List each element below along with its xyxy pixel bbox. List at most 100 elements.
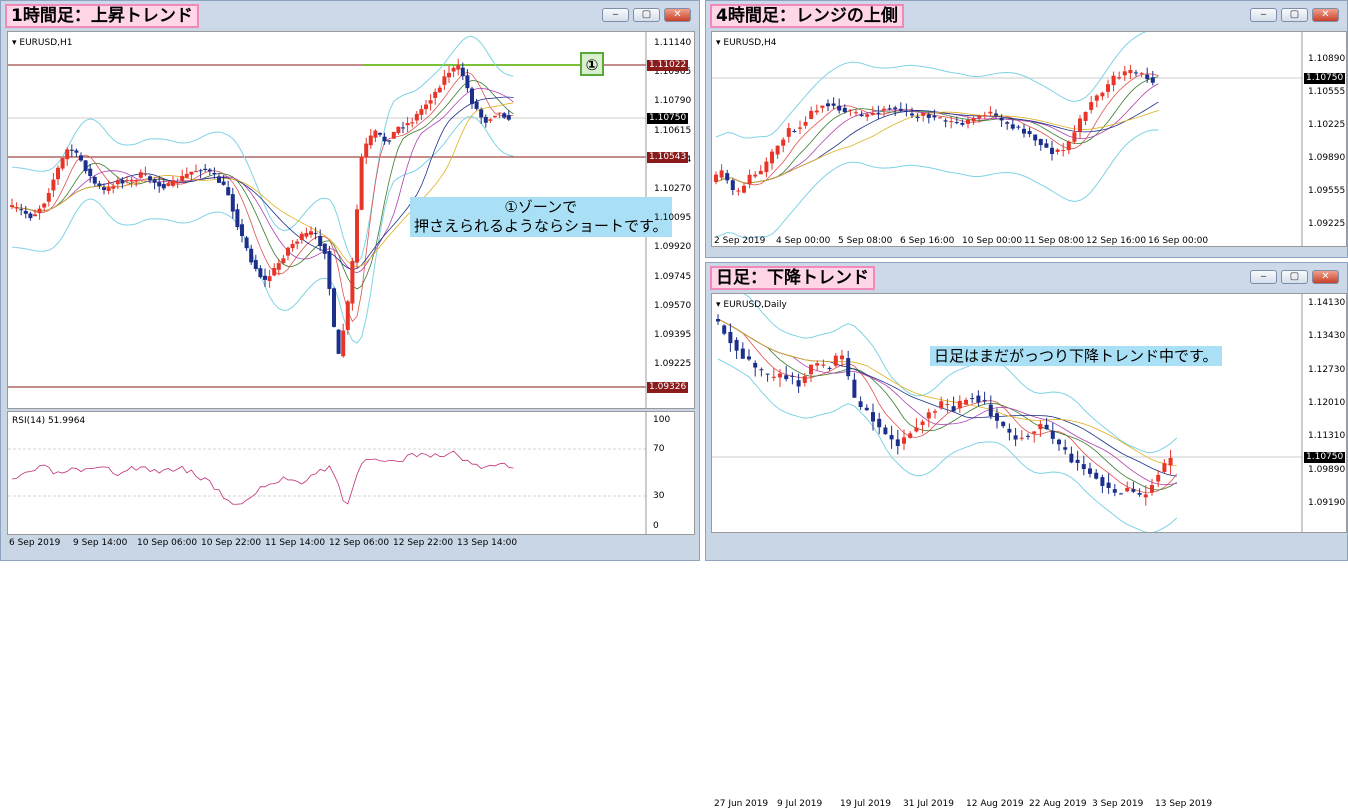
- daily-price-pane[interactable]: ▾ EURUSD,Daily 日足はまだがっつり下降トレンド中です。 1.141…: [711, 293, 1347, 533]
- candle-body: [322, 243, 327, 254]
- candle-body: [1162, 463, 1167, 472]
- candle-body: [775, 145, 780, 155]
- candle-body: [814, 110, 819, 113]
- candle-body: [92, 176, 97, 184]
- candle-body: [479, 109, 484, 118]
- candle-body: [1075, 459, 1080, 463]
- candle-body: [166, 182, 171, 186]
- candle-body: [926, 114, 931, 118]
- h1-chart-window[interactable]: 1時間足：上昇トレンド ‒ ▢ ✕ ▾ EURUSD,H1 ① ①ゾーンで 押さ…: [0, 0, 700, 561]
- candle-body: [10, 205, 14, 207]
- candle-body: [1125, 487, 1130, 492]
- h4-title-bar[interactable]: 4時間足：レンジの上側 ‒ ▢ ✕: [706, 1, 1347, 28]
- candle-body: [796, 380, 801, 387]
- candle-body: [784, 375, 789, 380]
- candle-body: [858, 401, 863, 407]
- annotation-text: 日足はまだがっつり下降トレンド中です。: [930, 346, 1222, 366]
- candle-body: [920, 421, 925, 425]
- candle-body: [318, 236, 323, 247]
- price-axis-label: 1.14130: [1308, 298, 1346, 308]
- minimize-button[interactable]: ‒: [1250, 8, 1277, 22]
- symbol-label: ▾ EURUSD,H1: [12, 38, 73, 48]
- daily-title-bar[interactable]: 日足：下降トレンド ‒ ▢ ✕: [706, 263, 1347, 290]
- candle-body: [1094, 472, 1099, 479]
- candle-body: [79, 155, 83, 161]
- price-axis-label: 1.10555: [1308, 87, 1346, 97]
- candle-body: [1038, 138, 1043, 146]
- candle-body: [350, 260, 355, 304]
- candle-body: [960, 122, 965, 125]
- price-axis-label: 1.09555: [1308, 186, 1346, 196]
- candle-body: [1050, 431, 1055, 439]
- candle-body: [221, 181, 226, 185]
- price-axis-label: 1.09570: [654, 300, 692, 311]
- candle-body: [719, 170, 724, 178]
- candle-body: [281, 258, 286, 264]
- h1-title-bar[interactable]: 1時間足：上昇トレンド ‒ ▢ ✕: [1, 1, 699, 28]
- candle-body: [143, 173, 148, 175]
- candle-body: [1027, 131, 1032, 135]
- candle-body: [871, 412, 875, 422]
- candle-body: [28, 213, 33, 219]
- h1-price-pane[interactable]: ▾ EURUSD,H1 ① ①ゾーンで 押さえられるようならショートです。 1.…: [7, 31, 695, 409]
- candle-body: [910, 113, 914, 116]
- price-axis-label: 1.09395: [654, 330, 692, 340]
- candle-body: [230, 194, 235, 212]
- candle-body: [60, 158, 65, 169]
- h4-window-title: 4時間足：レンジの上側: [710, 4, 904, 28]
- close-button[interactable]: ✕: [1312, 270, 1339, 284]
- candle-body: [1069, 453, 1074, 463]
- candle-body: [1038, 424, 1043, 430]
- maximize-button[interactable]: ▢: [1281, 8, 1308, 22]
- candle-body: [1081, 464, 1086, 469]
- candle-body: [831, 103, 836, 106]
- daily-chart-window[interactable]: 日足：下降トレンド ‒ ▢ ✕ ▾ EURUSD,Daily 日足はまだがっつり…: [705, 262, 1348, 809]
- candle-body: [977, 115, 982, 119]
- candle-body: [1057, 439, 1061, 445]
- candle-body: [410, 122, 415, 124]
- rsi-pane[interactable]: RSI(14) 51.9964 100 70 30 0: [7, 411, 695, 535]
- candle-body: [747, 174, 752, 184]
- close-button[interactable]: ✕: [1312, 8, 1339, 22]
- candle-body: [102, 187, 106, 190]
- h4-chart-window[interactable]: 4時間足：レンジの上側 ‒ ▢ ✕ ▾ EURUSD,H4 1.10890 1.1…: [705, 0, 1348, 258]
- price-axis-label: 1.09890: [1308, 464, 1346, 475]
- candle-body: [240, 224, 244, 236]
- annotation-text: ①ゾーンで 押さえられるようならショートです。: [410, 197, 672, 237]
- time-axis-label: 19 Jul 2019: [840, 799, 891, 809]
- time-axis-label: 12 Sep 16:00: [1086, 236, 1147, 246]
- minimize-button[interactable]: ‒: [1250, 270, 1277, 284]
- candle-body: [1044, 143, 1049, 148]
- candle-body: [1150, 485, 1154, 493]
- candle-body: [456, 65, 461, 70]
- candle-body: [915, 116, 920, 119]
- price-axis-label: 1.09225: [654, 359, 692, 370]
- candle-body: [465, 75, 470, 89]
- candle-body: [954, 122, 959, 124]
- time-axis-label: 13 Sep 14:00: [457, 538, 518, 548]
- candle-body: [97, 183, 102, 186]
- candle-body: [802, 376, 807, 383]
- candle-body: [753, 362, 758, 368]
- maximize-button[interactable]: ▢: [633, 8, 660, 22]
- h4-price-pane[interactable]: ▾ EURUSD,H4 1.10890 1.10555 1.10225 1.09890…: [711, 31, 1347, 247]
- candle-body: [859, 114, 864, 117]
- candle-body: [493, 115, 497, 118]
- candle-body: [1100, 477, 1105, 486]
- candle-body: [926, 412, 931, 419]
- minimize-button[interactable]: ‒: [602, 8, 629, 22]
- candle-body: [902, 437, 906, 444]
- close-button[interactable]: ✕: [664, 8, 691, 22]
- candle-body: [945, 403, 950, 405]
- candle-body: [728, 331, 733, 344]
- time-axis-label: 6 Sep 16:00: [900, 236, 955, 246]
- candle-body: [148, 176, 152, 181]
- maximize-button[interactable]: ▢: [1281, 270, 1308, 284]
- candle-body: [364, 143, 369, 158]
- candle-body: [290, 243, 295, 249]
- candle-body: [1117, 77, 1122, 79]
- price-axis-label: 1.09745: [654, 271, 692, 282]
- time-axis-label: 9 Jul 2019: [777, 799, 823, 809]
- candle-body: [1088, 468, 1092, 474]
- candle-body: [908, 433, 913, 438]
